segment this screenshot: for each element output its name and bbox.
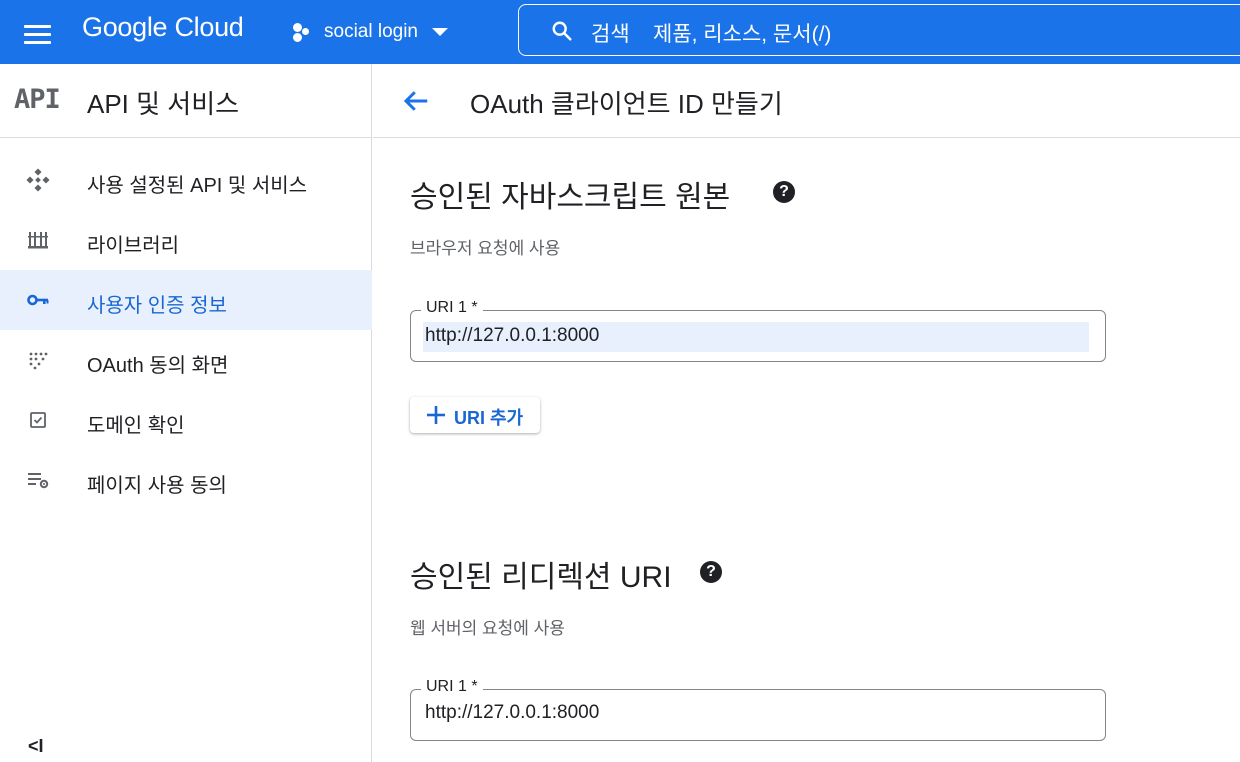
- checkbox-icon: [30, 412, 46, 428]
- redirect-uri-1-field[interactable]: URI 1 * http://127.0.0.1:8000: [410, 678, 1106, 741]
- api-diamond-icon: [26, 168, 50, 192]
- oauth-dots-icon: [29, 352, 48, 370]
- library-icon: [28, 232, 48, 249]
- search-bar[interactable]: 검색 제품, 리소스, 문서(/): [518, 4, 1240, 56]
- page-title: OAuth 클라이언트 ID 만들기: [470, 89, 783, 119]
- sidebar-item-label: OAuth 동의 화면: [87, 355, 229, 377]
- js-origins-help-icon[interactable]: ?: [773, 181, 795, 203]
- plus-icon: [427, 406, 445, 424]
- sidebar-item-enabled-apis[interactable]: 사용 설정된 API 및 서비스: [0, 150, 372, 210]
- page-header: OAuth 클라이언트 ID 만들기: [373, 64, 1240, 138]
- top-bar: Google Cloud social login 검색 제품, 리소스, 문서…: [0, 0, 1240, 64]
- js-origin-uri-1-field[interactable]: URI 1 * http://127.0.0.1:8000: [410, 299, 1106, 362]
- project-dots-icon: [290, 20, 316, 44]
- js-origins-title: 승인된 자바스크립트 원본: [410, 181, 731, 214]
- sidebar-item-oauth-consent[interactable]: OAuth 동의 화면: [0, 330, 372, 390]
- settings-list-icon: [28, 473, 49, 489]
- main-menu-icon[interactable]: [18, 16, 58, 48]
- chevron-down-icon: [432, 28, 448, 36]
- sidebar-item-library[interactable]: 라이브러리: [0, 210, 372, 270]
- redirect-uris-help-icon[interactable]: ?: [700, 561, 722, 583]
- redirect-uri-1-input[interactable]: http://127.0.0.1:8000: [425, 702, 599, 724]
- key-icon: [27, 294, 49, 306]
- sidebar-item-page-usage-agreement[interactable]: 페이지 사용 동의: [0, 450, 372, 510]
- redirect-uris-title: 승인된 리디렉션 URI: [410, 561, 672, 594]
- search-placeholder: 제품, 리소스, 문서(/): [653, 23, 832, 46]
- js-origins-subtext: 브라우저 요청에 사용: [410, 239, 561, 258]
- google-cloud-logo[interactable]: Google Cloud: [82, 12, 244, 43]
- add-uri-button[interactable]: URI 추가: [410, 397, 540, 433]
- field-label: URI 1 *: [421, 678, 483, 696]
- sidebar-item-credentials[interactable]: 사용자 인증 정보: [0, 270, 372, 330]
- search-label: 검색: [591, 23, 630, 46]
- project-selector[interactable]: social login: [290, 16, 448, 48]
- sidebar-title: API 및 서비스: [87, 89, 240, 119]
- back-arrow-icon[interactable]: [401, 86, 431, 116]
- add-uri-label: URI 추가: [454, 408, 524, 428]
- sidebar-item-label: 사용자 인증 정보: [87, 295, 227, 317]
- collapse-sidebar-button[interactable]: <I: [28, 736, 44, 757]
- sidebar-nav: 사용 설정된 API 및 서비스 라이브러리 사용자 인증 정보 OAuth 동…: [0, 150, 372, 510]
- sidebar-header: API API 및 서비스: [0, 64, 371, 138]
- sidebar: API API 및 서비스 사용 설정된 API 및 서비스 라이브러리 사용자…: [0, 64, 372, 762]
- project-name: social login: [324, 21, 418, 42]
- search-icon: [552, 21, 572, 41]
- sidebar-item-label: 도메인 확인: [87, 415, 185, 437]
- sidebar-item-domain-verification[interactable]: 도메인 확인: [0, 390, 372, 450]
- field-label: URI 1 *: [421, 299, 483, 317]
- sidebar-item-label: 페이지 사용 동의: [87, 475, 227, 497]
- sidebar-item-label: 라이브러리: [87, 235, 179, 257]
- redirect-uris-subtext: 웹 서버의 요청에 사용: [410, 619, 565, 638]
- api-logo: API: [14, 84, 61, 115]
- js-origin-uri-1-input[interactable]: http://127.0.0.1:8000: [423, 322, 1089, 352]
- sidebar-item-label: 사용 설정된 API 및 서비스: [87, 175, 308, 197]
- main-content: OAuth 클라이언트 ID 만들기 승인된 자바스크립트 원본 ? 브라우저 …: [373, 64, 1240, 762]
